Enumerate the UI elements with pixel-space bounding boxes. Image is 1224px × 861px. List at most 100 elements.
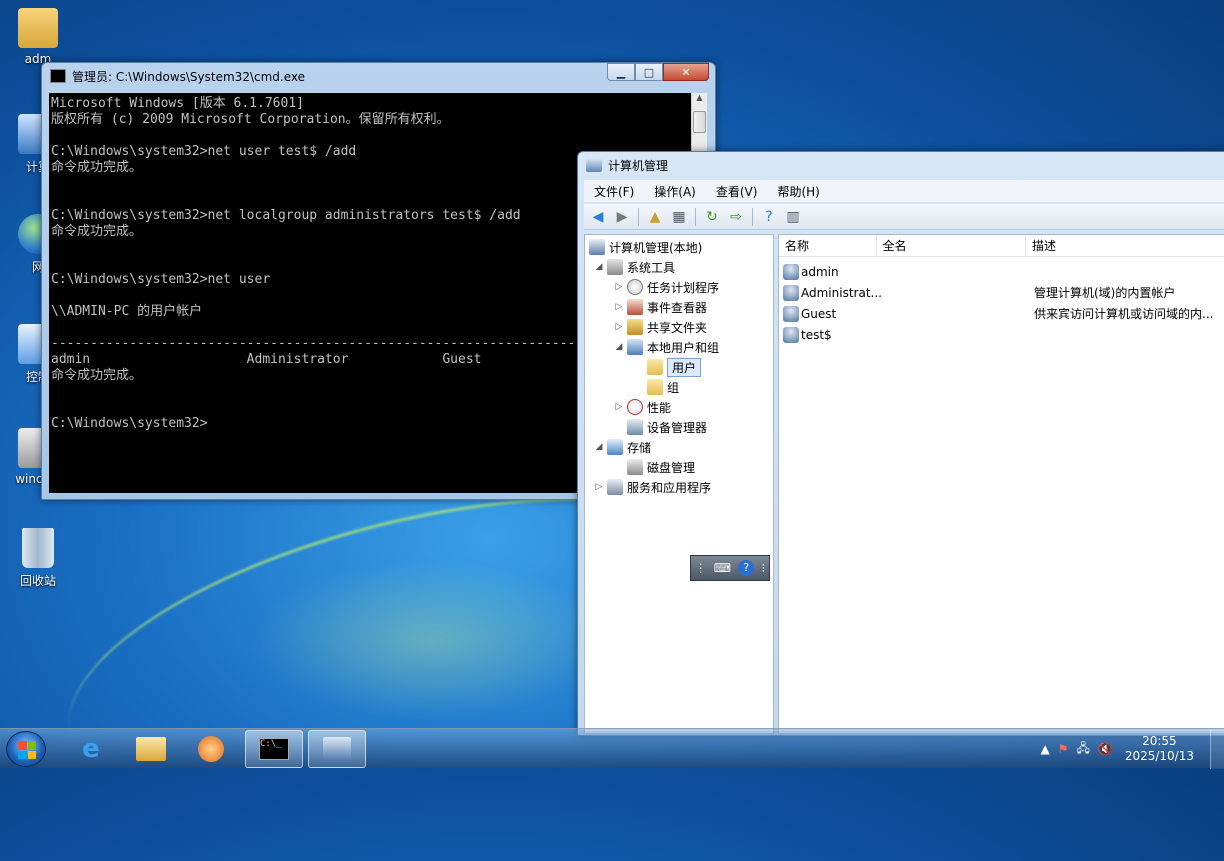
export-list-button[interactable]: ⇨: [726, 207, 746, 227]
list-item[interactable]: Guest 供来宾访问计算机或访问域的内...: [783, 303, 1213, 324]
mmc-titlebar[interactable]: 计算机管理: [578, 152, 1224, 178]
tree-device-manager[interactable]: 设备管理器: [613, 417, 707, 437]
tools-icon: [607, 259, 623, 275]
menu-view[interactable]: 查看(V): [706, 183, 768, 200]
cmd-icon: C:\_: [259, 738, 289, 760]
expand-icon[interactable]: ▷: [593, 482, 605, 492]
language-bar[interactable]: ⋮ ⌨ ? ⁝: [690, 555, 770, 581]
tree-system-tools[interactable]: ◢ 系统工具: [593, 257, 675, 277]
toolbar-separator: [752, 207, 753, 226]
tree-users[interactable]: 用户: [633, 357, 702, 377]
show-desktop-button[interactable]: [1210, 729, 1224, 769]
user-disabled-icon: [783, 284, 799, 301]
network-status-icon[interactable]: 🖧: [1076, 739, 1089, 760]
forward-arrow-icon: ▶: [616, 208, 628, 225]
menu-help[interactable]: 帮助(H): [767, 183, 829, 200]
tree-shared-folders[interactable]: ▷ 共享文件夹: [613, 317, 707, 337]
tree-groups[interactable]: 组: [633, 377, 679, 397]
tree-root[interactable]: 计算机管理(本地): [587, 237, 702, 257]
console-tree[interactable]: 计算机管理(本地) ◢ 系统工具 ▷ 任务计划程序 ▷ 事件查看器 ▷ 共享文件…: [584, 234, 774, 734]
folder-icon: [136, 737, 166, 761]
column-description[interactable]: 描述: [1026, 235, 1224, 256]
show-hidden-icons-icon[interactable]: ▲: [1040, 742, 1049, 756]
computer-management-window[interactable]: 计算机管理 文件(F) 操作(A) 查看(V) 帮助(H) ◀ ▶ ▲ ▦ ↻ …: [577, 151, 1224, 736]
tree-label: 组: [667, 380, 680, 395]
clock-icon: [627, 279, 643, 295]
desktop-icon-user-folder[interactable]: adm: [6, 8, 70, 66]
tree-label: 本地用户和组: [647, 340, 720, 355]
help-icon: ?: [765, 208, 773, 225]
wallpaper-glow: [250, 560, 610, 720]
cmd-title: 管理员: C:\Windows\System32\cmd.exe: [72, 69, 305, 84]
recycle-bin-icon: [22, 528, 54, 568]
tree-label: 磁盘管理: [647, 460, 696, 475]
taskbar-media-player[interactable]: [182, 730, 240, 768]
clock-date: 2025/10/13: [1124, 749, 1194, 763]
user-icon: [783, 263, 799, 280]
action-center-icon[interactable]: ⚑: [1058, 742, 1069, 756]
tree-task-scheduler[interactable]: ▷ 任务计划程序: [613, 277, 719, 297]
minimize-button[interactable]: ▁: [607, 63, 635, 81]
clock[interactable]: 20:55 2025/10/13: [1121, 734, 1198, 764]
tree-label: 性能: [647, 400, 672, 415]
taskbar-computer-management[interactable]: [308, 730, 366, 768]
keyboard-icon[interactable]: ⌨: [714, 561, 731, 575]
menu-action[interactable]: 操作(A): [644, 183, 706, 200]
tree-performance[interactable]: ▷ 性能: [613, 397, 671, 417]
user-name: test$: [801, 327, 832, 342]
grip-icon[interactable]: ⋮: [695, 561, 707, 575]
toolbar: ◀ ▶ ▲ ▦ ↻ ⇨ ? ▥: [584, 204, 1224, 230]
list-item[interactable]: admin: [783, 261, 895, 282]
users-list[interactable]: 名称 全名 描述 admin Administrat... 管理计算机(域)的内…: [778, 234, 1224, 734]
collapse-icon[interactable]: ◢: [593, 262, 605, 272]
maximize-button[interactable]: □: [635, 63, 663, 81]
performance-icon: [627, 399, 643, 415]
action-pane-button[interactable]: ▥: [783, 207, 803, 227]
services-icon: [607, 479, 623, 495]
scroll-up-icon[interactable]: ▲: [692, 93, 707, 109]
expand-icon[interactable]: ▷: [613, 302, 625, 312]
console-tree-icon: ▦: [672, 208, 686, 225]
options-icon[interactable]: ⁝: [762, 561, 766, 575]
column-full-name[interactable]: 全名: [877, 235, 1026, 256]
refresh-button[interactable]: ↻: [702, 207, 722, 227]
desktop-icon-label: 回收站: [19, 574, 56, 588]
menu-file[interactable]: 文件(F): [584, 183, 644, 200]
taskbar-explorer[interactable]: [122, 730, 180, 768]
desktop-icon-recycle-bin[interactable]: 回收站: [6, 528, 70, 589]
forward-button[interactable]: ▶: [612, 207, 632, 227]
device-manager-icon: [627, 419, 643, 435]
user-folder-icon: [18, 8, 58, 48]
up-level-button[interactable]: ▲: [645, 207, 665, 227]
show-hide-tree-button[interactable]: ▦: [669, 207, 689, 227]
tree-services-apps[interactable]: ▷ 服务和应用程序: [593, 477, 711, 497]
taskbar-cmd[interactable]: C:\_: [245, 730, 303, 768]
expand-icon[interactable]: ▷: [613, 282, 625, 292]
folder-icon: [647, 359, 663, 375]
list-item[interactable]: Administrat... 管理计算机(域)的内置帐户: [783, 282, 1175, 303]
list-item[interactable]: test$: [783, 324, 895, 345]
help-icon[interactable]: ?: [738, 560, 755, 576]
taskbar-ie[interactable]: e: [62, 730, 120, 768]
tree-label: 存储: [627, 440, 652, 455]
start-button[interactable]: [6, 731, 46, 767]
tree-disk-management[interactable]: 磁盘管理: [613, 457, 695, 477]
tree-storage[interactable]: ◢ 存储: [593, 437, 651, 457]
scroll-thumb[interactable]: [693, 111, 706, 133]
tree-local-users-groups[interactable]: ◢ 本地用户和组: [613, 337, 719, 357]
up-folder-icon: ▲: [649, 208, 661, 225]
tree-event-viewer[interactable]: ▷ 事件查看器: [613, 297, 707, 317]
folder-icon: [647, 379, 663, 395]
help-button[interactable]: ?: [759, 207, 779, 227]
volume-muted-icon[interactable]: 🔇: [1098, 742, 1113, 756]
expand-icon[interactable]: ▷: [613, 402, 625, 412]
action-pane-icon: ▥: [786, 208, 800, 225]
event-viewer-icon: [627, 299, 643, 315]
collapse-icon[interactable]: ◢: [593, 442, 605, 452]
collapse-icon[interactable]: ◢: [613, 342, 625, 352]
column-name[interactable]: 名称: [779, 235, 877, 256]
close-button[interactable]: ✕: [663, 63, 709, 81]
expand-icon[interactable]: ▷: [613, 322, 625, 332]
back-button[interactable]: ◀: [588, 207, 608, 227]
user-description: 供来宾访问计算机或访问域的内...: [1034, 307, 1214, 321]
